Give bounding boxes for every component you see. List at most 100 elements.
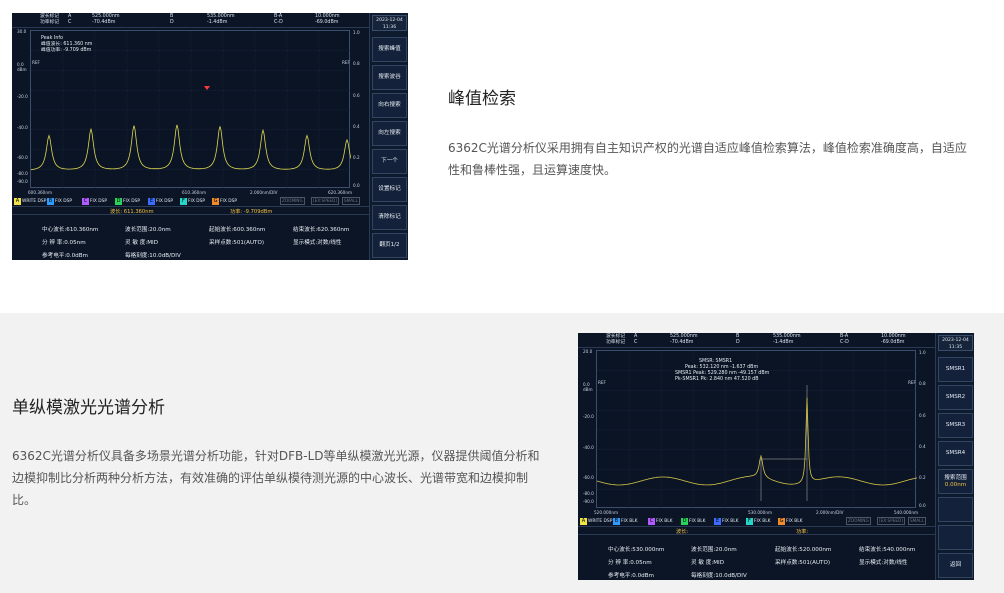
y-tick-right: 0.2 — [919, 475, 926, 480]
param-resolution[interactable]: 分 辨 率:0.05nm — [608, 558, 652, 566]
smsr-info-ratio: Pk-SMSR1 Pk: 2.840 nm 47.520 dB — [675, 377, 759, 382]
softkey-set-marker[interactable]: 设置标记 — [372, 177, 407, 202]
param-stop[interactable]: 结束波长:620.360nm — [293, 225, 349, 233]
param-sensitivity[interactable]: 灵 敏 度:MID — [125, 238, 158, 246]
trace-e-button[interactable]: E FIX DSP — [148, 197, 173, 205]
trace-mode-label: FIX DSP — [220, 198, 238, 204]
measurement-params: 中心波长:610.360nm 波长范围:20.0nm 起始波长:600.360n… — [12, 216, 369, 260]
softkey-smsr2[interactable]: SMSR2 — [938, 385, 973, 410]
readout-power: 功率: -9.709dBm — [230, 209, 273, 215]
plot-grid — [31, 31, 351, 189]
trace-a-button[interactable]: A WRITE DSP — [580, 517, 612, 525]
trace-c-button[interactable]: C FIX BLK — [648, 517, 673, 525]
param-span[interactable]: 波长范围:20.0nm — [125, 225, 171, 233]
param-display-mode[interactable]: 显示模式:对数/线性 — [293, 238, 342, 246]
spectrum-plot[interactable]: Peak Info 峰值波长: 611.360 nm 峰值功率: -9.709 … — [30, 30, 352, 189]
hdr-marker: C-D — [274, 20, 283, 25]
y-tick-left: -40.0 — [583, 445, 594, 450]
softkey-search-valley[interactable]: 搜索波谷 — [372, 65, 407, 90]
softkey-empty[interactable] — [938, 497, 973, 522]
trace-b-button[interactable]: B FIX BLK — [613, 517, 638, 525]
param-sampling[interactable]: 采样点数:501(AUTO) — [775, 558, 830, 566]
x-tick-center: 530.000nm — [748, 510, 773, 515]
date-text: 2023-12-04 — [942, 338, 969, 343]
trace-a-button[interactable]: A WRITE DSP — [14, 197, 46, 205]
y-tick-right: 0.6 — [919, 413, 926, 418]
hdr-value: -69.0dBm — [881, 340, 905, 345]
softkey-search-left[interactable]: 向左搜索 — [372, 121, 407, 146]
y-tick-right: 1.0 — [353, 30, 360, 35]
param-scale[interactable]: 每格刻度:10.0dB/DIV — [125, 251, 181, 259]
hdr-marker: D — [170, 20, 174, 25]
mode-toggle-button[interactable]: ZOOMING — [280, 197, 305, 205]
ref-mark-right: REF — [342, 60, 350, 65]
y-tick-left: 30.0 — [17, 29, 27, 34]
trace-g-button[interactable]: G FIX DSP — [212, 197, 237, 205]
softkey-smsr3[interactable]: SMSR3 — [938, 413, 973, 438]
softkey-next[interactable]: 下一个 — [372, 149, 407, 174]
param-ref-level[interactable]: 参考电平:0.0dBm — [608, 571, 654, 579]
mode-toggle-button[interactable]: [EX:SPEED] — [311, 197, 339, 205]
trace-f-button[interactable]: F FIX BLK — [746, 517, 771, 525]
trace-g-button[interactable]: G FIX BLK — [778, 517, 803, 525]
hdr-label: 功率标记 — [40, 20, 60, 25]
param-resolution[interactable]: 分 辨 率:0.05nm — [42, 238, 86, 246]
softkey-smsr4[interactable]: SMSR4 — [938, 441, 973, 466]
hdr-label: 功率标记 — [606, 340, 626, 345]
param-scale[interactable]: 每格刻度:10.0dB/DIV — [691, 571, 747, 579]
x-tick-start: 520.000nm — [594, 510, 619, 515]
datetime-display: 2023-12-04 11:35 — [938, 335, 973, 351]
param-center[interactable]: 中心波长:610.360nm — [42, 225, 98, 233]
mode-toggle-button[interactable]: SMALL — [908, 517, 926, 525]
trace-letter: D — [115, 197, 122, 205]
section-title: 单纵模激光光谱分析 — [12, 398, 165, 418]
trace-d-button[interactable]: D FIX DSP — [115, 197, 140, 205]
trace-f-button[interactable]: F FIX DSP — [180, 197, 205, 205]
softkey-clear-marker[interactable]: 清除标记 — [372, 205, 407, 230]
param-start[interactable]: 起始波长:600.360nm — [209, 225, 265, 233]
trace-mode-label: FIX BLK — [754, 518, 771, 524]
param-span[interactable]: 波长范围:20.0nm — [691, 545, 737, 553]
param-center[interactable]: 中心波长:530.000nm — [608, 545, 664, 553]
softkey-smsr1[interactable]: SMSR1 — [938, 357, 973, 382]
trace-letter: E — [148, 197, 155, 205]
param-ref-level[interactable]: 参考电平:0.0dBm — [42, 251, 88, 259]
section-description: 6362C光谱分析仪采用拥有自主知识产权的光谱自适应峰值检索算法，峰值检索准确度… — [448, 141, 967, 177]
trace-letter: D — [681, 517, 688, 525]
trace-b-button[interactable]: B FIX DSP — [47, 197, 72, 205]
softkey-back[interactable]: 返回 — [938, 553, 973, 578]
y-tick-left: -20.0 — [583, 414, 594, 419]
peak-pw-label: 峰值功率: — [41, 48, 62, 53]
trace-letter: A — [14, 197, 21, 205]
cursor-readout: 波长: 功率: — [578, 526, 935, 535]
mode-toggle-button[interactable]: ZOOMING — [846, 517, 871, 525]
mode-toggle-button[interactable]: [EX:SPEED] — [877, 517, 905, 525]
trace-letter: C — [648, 517, 655, 525]
trace-bar: A WRITE DSP B FIX DSP C FIX DSP D FIX DSP E FIX D… — [12, 197, 369, 206]
y-tick-left: -80.0 — [17, 171, 28, 176]
param-sampling[interactable]: 采样点数:501(AUTO) — [209, 238, 264, 246]
trace-letter: B — [47, 197, 54, 205]
softkey-search-right[interactable]: 向右搜索 — [372, 93, 407, 118]
param-stop[interactable]: 结束波长:540.000nm — [859, 545, 915, 553]
trace-letter: C — [82, 197, 89, 205]
y-tick-left: -60.0 — [583, 475, 594, 480]
trace-e-button[interactable]: E FIX BLK — [714, 517, 739, 525]
spectrum-plot[interactable]: SMSR: SMSR1 Peak: 532.120 nm -1.637 dBm … — [596, 350, 918, 509]
trace-mode-label: WRITE DSP — [588, 518, 613, 524]
hdr-marker: C — [634, 340, 638, 345]
soft-key-menu: 2023-12-04 11:36 搜索峰值 搜索波谷 向右搜索 向左搜索 下一个… — [369, 13, 408, 260]
softkey-search-range[interactable]: 搜索范围 0.00nm — [938, 469, 973, 494]
y-tick-left: -80.0 — [583, 491, 594, 496]
param-display-mode[interactable]: 显示模式:对数/线性 — [859, 558, 908, 566]
trace-d-button[interactable]: D FIX BLK — [681, 517, 706, 525]
trace-mode-label: FIX DSP — [156, 198, 174, 204]
smsr-info-box: SMSR: SMSR1 Peak: 532.120 nm -1.637 dBm … — [675, 359, 769, 383]
param-start[interactable]: 起始波长:520.000nm — [775, 545, 831, 553]
trace-c-button[interactable]: C FIX DSP — [82, 197, 107, 205]
param-sensitivity[interactable]: 灵 敏 度:MID — [691, 558, 724, 566]
softkey-empty[interactable] — [938, 525, 973, 550]
softkey-page[interactable]: 翻页1/2 — [372, 233, 407, 258]
softkey-search-peak[interactable]: 搜索峰值 — [372, 37, 407, 62]
mode-toggle-button[interactable]: SMALL — [342, 197, 360, 205]
